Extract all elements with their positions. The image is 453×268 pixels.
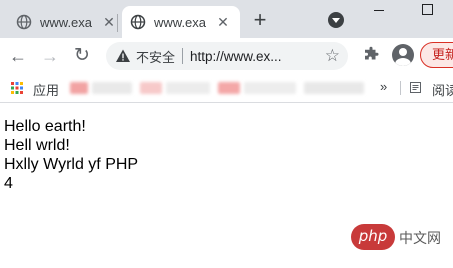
tab-inactive[interactable]: www.exa ✕ xyxy=(8,6,116,38)
globe-icon xyxy=(16,14,32,30)
bookmark-star-icon[interactable]: ☆ xyxy=(325,46,340,66)
new-tab-button[interactable]: + xyxy=(248,9,272,33)
address-divider xyxy=(182,48,184,64)
output-line: Hxlly Wyrld yf PHP xyxy=(4,156,139,173)
output-line: Hell wrld! xyxy=(4,137,70,154)
close-icon[interactable]: ✕ xyxy=(216,14,230,31)
php-logo-watermark: php xyxy=(351,224,395,250)
reading-list-icon[interactable] xyxy=(410,82,421,93)
avatar-shoulders xyxy=(395,58,411,66)
blurred-bookmark[interactable] xyxy=(140,82,162,94)
blurred-bookmark[interactable] xyxy=(70,82,88,94)
security-status[interactable]: 不安全 xyxy=(136,47,175,66)
tab-search-icon[interactable] xyxy=(328,12,344,28)
url-text[interactable]: http://www.ex... xyxy=(190,49,290,64)
tab-active[interactable]: www.exa ✕ xyxy=(122,6,240,38)
address-bar[interactable]: 不安全 http://www.ex... ☆ xyxy=(106,42,348,70)
warning-icon[interactable] xyxy=(115,48,131,64)
reading-list-label[interactable]: 阅读 xyxy=(432,80,453,99)
browser-toolbar: ← → ↻ 不安全 http://www.ex... ☆ xyxy=(0,38,453,74)
tab-strip: www.exa ✕ www.exa ✕ + xyxy=(0,0,453,38)
more-bookmarks-chevron-icon[interactable]: » xyxy=(380,79,387,94)
apps-shortcut[interactable]: 应用 xyxy=(33,80,59,99)
extensions-puzzle-icon[interactable] xyxy=(362,46,380,64)
maximize-icon[interactable] xyxy=(422,4,433,15)
forward-arrow-icon[interactable]: → xyxy=(38,44,62,68)
back-arrow-icon[interactable]: ← xyxy=(6,44,30,68)
blurred-bookmark[interactable] xyxy=(92,82,132,94)
close-icon[interactable]: ✕ xyxy=(102,14,116,31)
globe-icon xyxy=(130,14,146,30)
update-button[interactable]: 更新 xyxy=(420,42,453,68)
watermark-site-text: 中文网 xyxy=(399,230,441,246)
blurred-bookmark[interactable] xyxy=(218,82,240,94)
tab-title: www.exa xyxy=(40,14,93,30)
profile-avatar-icon[interactable] xyxy=(392,44,414,66)
page-content: Hello earth! Hell wrld! Hxlly Wyrld yf P… xyxy=(4,117,138,193)
avatar-head xyxy=(399,48,407,56)
output-line: 4 xyxy=(4,175,13,192)
bookmarks-bar: 应用 » 阅读 xyxy=(0,74,453,103)
output-line: Hello earth! xyxy=(4,118,86,135)
bookmarks-divider xyxy=(400,81,401,95)
minimize-icon[interactable] xyxy=(374,10,384,11)
blurred-bookmark[interactable] xyxy=(244,82,296,94)
blurred-bookmark[interactable] xyxy=(304,82,364,94)
tab-divider xyxy=(117,14,118,32)
blurred-bookmark[interactable] xyxy=(166,82,210,94)
apps-grid-icon[interactable] xyxy=(11,82,23,94)
tab-title: www.exa xyxy=(154,14,207,30)
reload-icon[interactable]: ↻ xyxy=(70,44,94,68)
